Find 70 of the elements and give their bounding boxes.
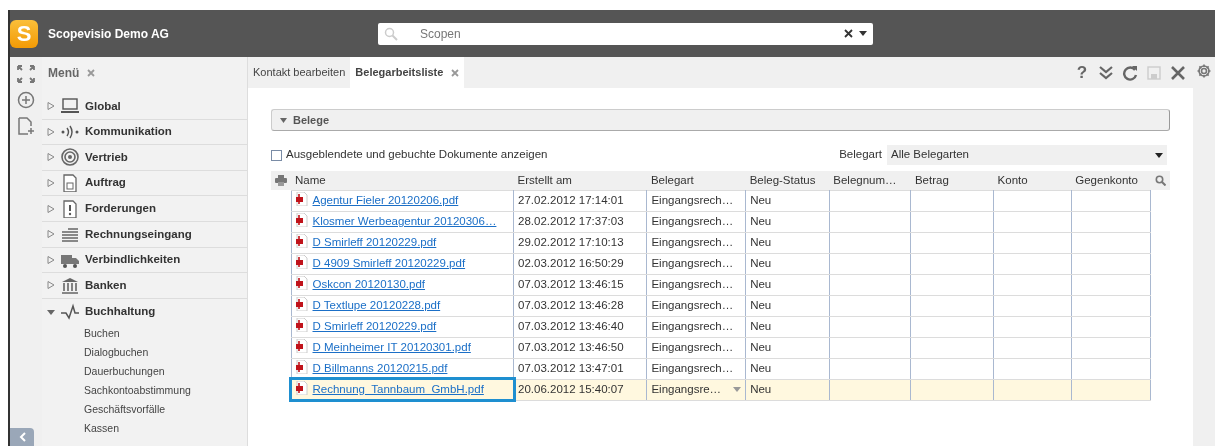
column-header[interactable]: Name [291,171,514,190]
menu-item[interactable]: Buchhaltung [85,302,156,321]
collapsed-arrow-icon[interactable] [47,127,55,136]
search-field[interactable]: Scopen [378,22,873,45]
submenu-item[interactable]: Geschäftsvorfälle [42,400,247,420]
column-header[interactable]: Gegenkonto [1071,171,1151,190]
submenu-item[interactable]: Sachkontoabstimmung [42,381,247,401]
double-chevron-icon[interactable] [1098,64,1114,81]
collapsed-arrow-icon[interactable] [47,204,55,213]
expanded-arrow-icon[interactable] [47,307,55,316]
checkbox[interactable] [271,149,282,161]
menu-item[interactable]: Auftrag [85,174,126,192]
company-name: Scopevisio Demo AG [48,25,170,43]
column-header[interactable]: Beleg-Status [745,171,830,190]
document-icon [60,174,80,193]
target-icon [60,148,80,167]
pulse-icon [60,302,80,321]
pdf-icon [295,380,308,395]
refresh-icon[interactable] [1122,64,1138,81]
collapsed-arrow-icon[interactable] [47,153,55,162]
menu-item[interactable]: Global [85,97,121,115]
tab[interactable]: Kontakt bearbeiten [248,57,351,88]
column-header[interactable]: Konto [993,171,1072,190]
collapse-button[interactable] [10,428,34,446]
expanded-arrow-icon[interactable] [280,117,287,123]
menu-item[interactable]: Verbindlichkeiten [85,251,181,269]
submenu-item[interactable]: Buchen [42,324,247,344]
submenu-item[interactable]: Dauerbuchungen [42,362,247,382]
column-header[interactable]: Erstellt am [513,171,647,190]
belegart-dropdown[interactable]: Alle Belegarten [887,145,1167,165]
menu-item[interactable]: Banken [85,276,127,295]
collapsed-arrow-icon[interactable] [47,255,55,264]
collapsed-arrow-icon[interactable] [47,230,55,239]
column-header[interactable]: Betrag [910,171,994,190]
collapsed-arrow-icon[interactable] [47,281,55,290]
collapsed-arrow-icon[interactable] [47,179,55,188]
collapsed-arrow-icon[interactable] [47,102,55,111]
submenu-item[interactable]: Dialogbuchen [42,343,247,363]
menu-item[interactable]: Kommunikation [85,123,172,141]
table-cell: Eingangsrech… [646,190,746,211]
close-icon[interactable] [1170,64,1186,81]
exclamation-document-icon [60,199,80,218]
add-icon[interactable] [17,91,35,109]
settings-icon[interactable] [1196,63,1212,79]
column-header[interactable]: Belegart [646,171,746,190]
dropdown-caret-icon[interactable] [859,31,867,36]
column-header[interactable]: Belegnum… [829,171,911,190]
menu-item[interactable]: Rechnungseingang [85,225,192,243]
app-logo: S [10,19,38,48]
checkbox-label[interactable]: Ausgeblendete und gebuchte Dokumente anzeigen [286,146,548,164]
field-label: Belegart [839,147,882,163]
menu-item[interactable]: Vertrieb [85,148,128,167]
section-header[interactable]: Belege [271,109,1170,131]
tab[interactable]: Belegarbeitsliste [350,57,465,88]
table-cell: 27.02.2012 17:14:01 [513,190,647,211]
laptop-icon [60,97,80,116]
new-document-icon[interactable] [17,117,35,135]
table-cell: Neu [745,190,830,211]
chevron-left-icon [18,432,26,442]
menu-item[interactable]: Forderungen [85,200,156,218]
bank-icon [60,276,80,295]
submenu-item[interactable]: Kassen [42,419,247,439]
expand-icon[interactable] [17,65,35,83]
search-icon [384,26,398,41]
search-icon[interactable] [1154,175,1166,187]
help-button[interactable]: ? [1073,62,1091,83]
clear-icon[interactable] [844,29,853,38]
close-icon[interactable] [87,68,96,77]
close-icon[interactable] [451,68,460,77]
dropdown-caret-icon [1155,152,1163,158]
